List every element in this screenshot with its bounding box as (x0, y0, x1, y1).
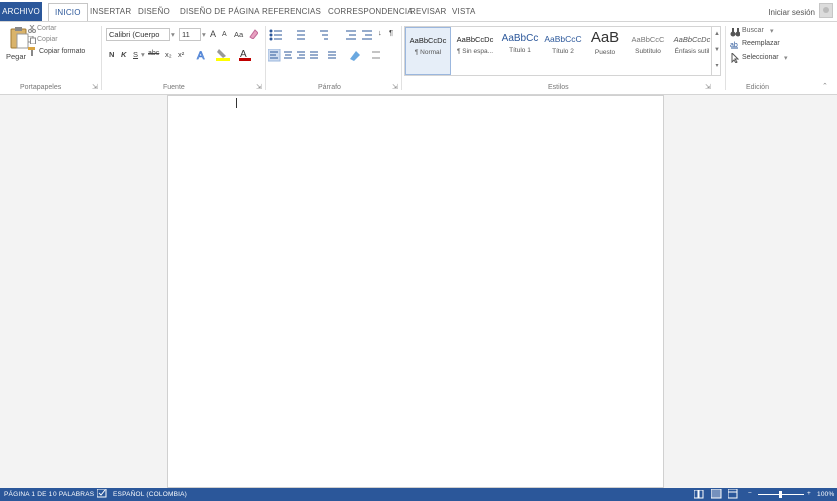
select-dropdown-icon[interactable]: ▾ (784, 54, 788, 62)
bold-button[interactable]: N (109, 50, 114, 59)
group-divider (401, 26, 402, 90)
replace-icon: ab (730, 42, 738, 49)
web-layout-icon[interactable] (728, 489, 739, 499)
group-label-styles: Estilos (548, 84, 569, 91)
group-label-font: Fuente (163, 84, 185, 91)
copy-button[interactable]: Copiar (37, 36, 58, 43)
cut-button[interactable]: Cortar (37, 25, 56, 32)
read-mode-icon[interactable] (694, 490, 704, 499)
signin-link[interactable]: Iniciar sesión (768, 8, 815, 17)
ribbon-tabs: ARCHIVO INICIO INSERTAR DISEÑO DISEÑO DE… (0, 0, 837, 23)
tab-diseno[interactable]: DISEÑO (138, 4, 170, 19)
format-painter-icon (28, 47, 35, 56)
print-layout-icon[interactable] (711, 489, 722, 499)
style-titulo-2[interactable]: AaBbCcC Título 2 (542, 27, 584, 75)
tab-archivo[interactable]: ARCHIVO (0, 2, 42, 21)
styles-more-icon[interactable]: ▾ (712, 58, 722, 74)
style-enfasis-sutil[interactable]: AaBbCcDc Énfasis sutil (670, 27, 714, 75)
group-label-editing: Edición (746, 84, 769, 91)
show-marks-button[interactable]: ¶ (389, 28, 393, 37)
text-cursor (236, 98, 237, 108)
style-sin-espaciado[interactable]: AaBbCcDc ¶ Sin espa... (452, 27, 498, 75)
clipboard-launcher-icon[interactable]: ⇲ (92, 83, 98, 91)
find-dropdown-icon[interactable]: ▾ (770, 27, 774, 35)
group-divider (265, 26, 266, 90)
document-page[interactable] (167, 95, 664, 488)
font-launcher-icon[interactable]: ⇲ (256, 83, 262, 91)
word-count[interactable]: 0 PALABRAS (53, 491, 94, 498)
language-status[interactable]: ESPAÑOL (COLOMBIA) (113, 491, 187, 498)
shrink-font-button[interactable]: A (222, 31, 227, 38)
tab-inicio[interactable]: INICIO (48, 3, 88, 23)
format-painter-button[interactable]: Copiar formato (39, 48, 85, 55)
highlight-icon[interactable] (216, 48, 230, 61)
status-bar: PÁGINA 1 DE 1 0 PALABRAS ESPAÑOL (COLOMB… (0, 488, 837, 501)
select-cursor-icon (731, 53, 740, 63)
zoom-out-button[interactable]: − (748, 490, 752, 497)
italic-button[interactable]: K (121, 50, 126, 59)
superscript-button[interactable]: x² (178, 50, 184, 59)
tab-vista[interactable]: VISTA (452, 4, 476, 19)
zoom-slider-thumb[interactable] (779, 491, 782, 498)
alignment-tools (268, 49, 380, 62)
avatar[interactable] (819, 3, 833, 18)
font-name-dropdown-icon[interactable]: ▾ (171, 30, 175, 39)
font-size-input[interactable]: 11 (179, 28, 201, 41)
group-divider (101, 26, 102, 90)
group-divider (725, 26, 726, 90)
style-puesto[interactable]: AaB Puesto (584, 27, 626, 75)
style-normal[interactable]: AaBbCcDc ¶ Normal (405, 27, 451, 75)
replace-button[interactable]: Reemplazar (742, 40, 780, 47)
zoom-in-button[interactable]: + (807, 490, 811, 497)
font-name-input[interactable]: Calibri (Cuerpo (106, 28, 170, 41)
styles-launcher-icon[interactable]: ⇲ (705, 83, 711, 91)
group-label-paragraph: Párrafo (318, 84, 341, 91)
find-button[interactable]: Buscar (742, 27, 764, 34)
tab-referencias[interactable]: REFERENCIAS (262, 4, 321, 19)
sort-button[interactable]: ↓ (378, 28, 382, 37)
tab-diseno-pagina[interactable]: DISEÑO DE PÁGINA (180, 4, 260, 19)
grow-font-button[interactable]: A (210, 29, 216, 39)
page-count[interactable]: PÁGINA 1 DE 1 (4, 491, 52, 498)
collapse-ribbon-icon[interactable]: ⌃ (822, 82, 828, 90)
paste-button[interactable]: Pegar (6, 52, 26, 61)
tab-insertar[interactable]: INSERTAR (90, 4, 131, 19)
font-size-dropdown-icon[interactable]: ▾ (202, 30, 206, 39)
underline-button[interactable]: S (133, 50, 138, 59)
proofing-icon[interactable] (97, 489, 108, 499)
style-titulo-1[interactable]: AaBbCc Título 1 (498, 27, 542, 75)
text-effects-icon[interactable]: A (196, 49, 208, 61)
tab-revisar[interactable]: REVISAR (410, 4, 447, 19)
styles-scroll[interactable]: ▲ ▼ ▾ (711, 26, 722, 76)
scissors-icon (28, 25, 36, 33)
paragraph-launcher-icon[interactable]: ⇲ (392, 83, 398, 91)
styles-down-icon[interactable]: ▼ (712, 42, 722, 58)
underline-dropdown-icon[interactable]: ▾ (141, 50, 145, 59)
change-case-button[interactable]: Aa (234, 30, 243, 39)
styles-gallery: AaBbCcDc ¶ Normal AaBbCcDc ¶ Sin espa...… (404, 26, 721, 76)
tab-correspondencia[interactable]: CORRESPONDENCIA (328, 4, 413, 19)
clipboard-paste-icon[interactable] (8, 26, 30, 50)
select-button[interactable]: Seleccionar (742, 54, 779, 61)
strikethrough-button[interactable]: abc (148, 50, 159, 57)
ribbon: Pegar Cortar Copiar Copiar formato Porta… (0, 21, 837, 95)
clear-formatting-icon[interactable] (249, 29, 258, 39)
subscript-button[interactable]: x₂ (165, 50, 172, 59)
font-color-icon[interactable]: A (239, 48, 251, 61)
svg-text:A: A (197, 50, 205, 61)
binoculars-icon (730, 28, 740, 37)
copy-icon (28, 36, 36, 44)
styles-up-icon[interactable]: ▲ (712, 26, 722, 42)
group-label-clipboard: Portapapeles (20, 84, 62, 91)
style-subtitulo[interactable]: AaBbCcC Subtítulo (626, 27, 670, 75)
zoom-level[interactable]: 100% (817, 491, 834, 498)
